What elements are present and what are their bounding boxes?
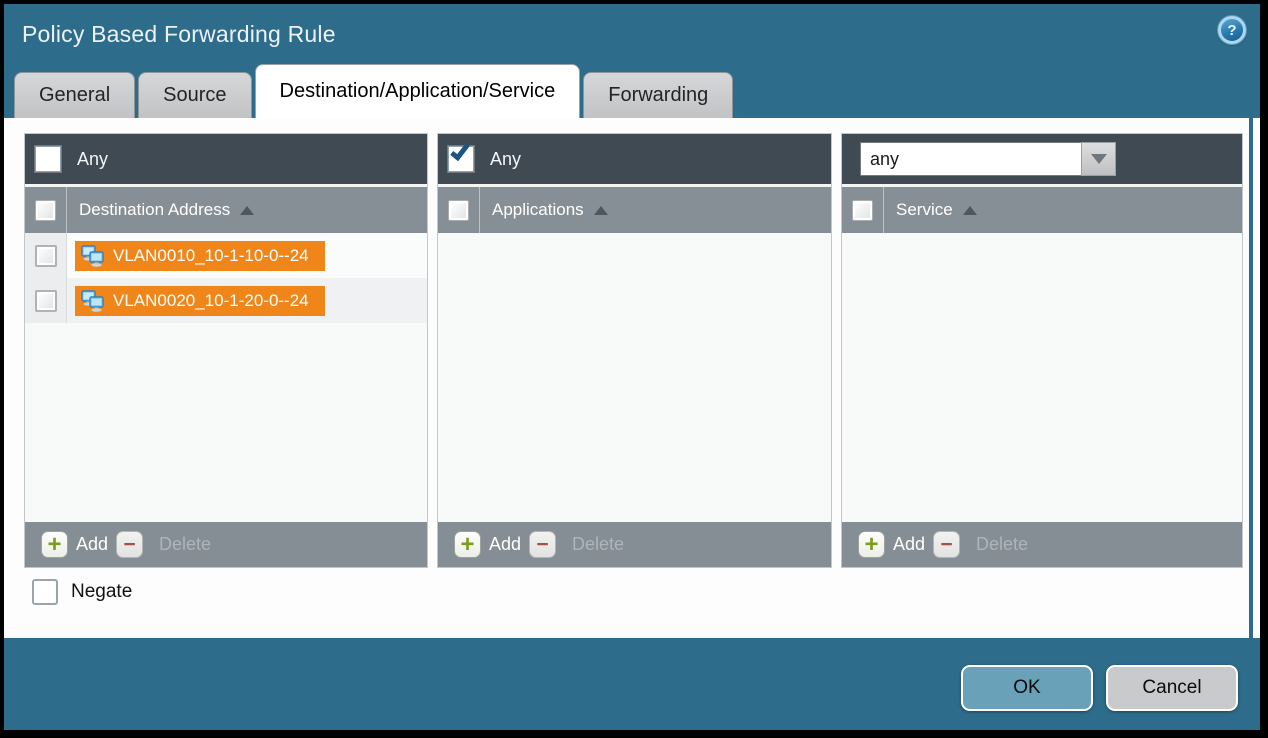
sort-ascending-icon bbox=[240, 206, 254, 215]
tab-destination-application-service[interactable]: Destination/Application/Service bbox=[255, 64, 581, 118]
tab-bar: General Source Destination/Application/S… bbox=[4, 64, 1260, 118]
network-address-icon bbox=[80, 244, 105, 268]
sort-ascending-icon bbox=[594, 206, 608, 215]
applications-column-header[interactable]: Applications bbox=[438, 187, 831, 233]
sort-ascending-icon bbox=[963, 206, 977, 215]
service-list bbox=[842, 233, 1242, 522]
service-footer-bar: Add Delete bbox=[842, 522, 1242, 567]
add-icon[interactable] bbox=[858, 531, 885, 558]
column-header-label: Service bbox=[896, 200, 977, 220]
applications-any-bar: Any bbox=[438, 134, 831, 184]
content-right-accent bbox=[1249, 118, 1253, 638]
service-dropdown-value[interactable]: any bbox=[860, 142, 1081, 176]
delete-icon[interactable] bbox=[116, 531, 143, 558]
header-checkbox-cell bbox=[438, 187, 480, 233]
destination-address-panel: Any Destination Address bbox=[24, 133, 428, 568]
tab-content: Any Destination Address bbox=[4, 118, 1260, 638]
tab-general[interactable]: General bbox=[14, 72, 135, 118]
header-checkbox-cell bbox=[25, 187, 67, 233]
destination-any-checkbox[interactable] bbox=[35, 146, 61, 172]
address-object-label: VLAN0010_10-1-10-0--24 bbox=[113, 246, 309, 266]
column-header-label: Applications bbox=[492, 200, 608, 220]
address-object-chip[interactable]: VLAN0010_10-1-10-0--24 bbox=[75, 241, 325, 271]
address-object-chip[interactable]: VLAN0020_10-1-20-0--24 bbox=[75, 286, 325, 316]
service-panel: any Service bbox=[841, 133, 1243, 568]
dropdown-button[interactable] bbox=[1081, 142, 1116, 176]
service-column-header[interactable]: Service bbox=[842, 187, 1242, 233]
destination-address-list: VLAN0010_10-1-10-0--24 VLAN0020_10-1-20-… bbox=[25, 233, 427, 522]
applications-list bbox=[438, 233, 831, 522]
row-checkbox-cell bbox=[25, 233, 67, 278]
delete-icon[interactable] bbox=[529, 531, 556, 558]
delete-button: Delete bbox=[976, 534, 1028, 555]
dialog-footer: OK Cancel bbox=[4, 638, 1260, 730]
destination-any-label: Any bbox=[77, 149, 108, 170]
address-object-label: VLAN0020_10-1-20-0--24 bbox=[113, 291, 309, 311]
chevron-down-icon bbox=[1091, 154, 1107, 164]
select-all-checkbox[interactable] bbox=[448, 200, 469, 221]
applications-any-checkbox[interactable] bbox=[448, 146, 474, 172]
title-bar: Policy Based Forwarding Rule bbox=[4, 4, 1260, 64]
add-button[interactable]: Add bbox=[489, 534, 521, 555]
tab-forwarding[interactable]: Forwarding bbox=[583, 72, 733, 118]
destination-footer-bar: Add Delete bbox=[25, 522, 427, 567]
applications-any-label: Any bbox=[490, 149, 521, 170]
row-checkbox[interactable] bbox=[35, 245, 57, 267]
row-checkbox-cell bbox=[25, 278, 67, 323]
delete-button: Delete bbox=[159, 534, 211, 555]
add-icon[interactable] bbox=[454, 531, 481, 558]
table-row[interactable]: VLAN0010_10-1-10-0--24 bbox=[25, 233, 427, 278]
service-dropdown-bar: any bbox=[842, 134, 1242, 184]
cancel-button[interactable]: Cancel bbox=[1106, 665, 1238, 711]
negate-row: Negate bbox=[32, 579, 132, 605]
destination-any-bar: Any bbox=[25, 134, 427, 184]
column-header-label: Destination Address bbox=[79, 200, 254, 220]
add-button[interactable]: Add bbox=[76, 534, 108, 555]
select-all-checkbox[interactable] bbox=[852, 200, 873, 221]
add-button[interactable]: Add bbox=[893, 534, 925, 555]
applications-footer-bar: Add Delete bbox=[438, 522, 831, 567]
negate-label: Negate bbox=[71, 581, 132, 603]
applications-panel: Any Applications Add D bbox=[437, 133, 832, 568]
ok-button[interactable]: OK bbox=[961, 665, 1093, 711]
negate-checkbox[interactable] bbox=[32, 579, 58, 605]
table-row[interactable]: VLAN0020_10-1-20-0--24 bbox=[25, 278, 427, 323]
delete-icon[interactable] bbox=[933, 531, 960, 558]
header-checkbox-cell bbox=[842, 187, 884, 233]
select-all-checkbox[interactable] bbox=[35, 200, 56, 221]
tab-source[interactable]: Source bbox=[138, 72, 251, 118]
help-icon[interactable] bbox=[1218, 16, 1246, 44]
service-dropdown[interactable]: any bbox=[860, 142, 1116, 176]
columns-container: Any Destination Address bbox=[24, 133, 1243, 568]
page-title: Policy Based Forwarding Rule bbox=[22, 21, 336, 48]
policy-based-forwarding-dialog: Policy Based Forwarding Rule General Sou… bbox=[0, 0, 1268, 738]
network-address-icon bbox=[80, 289, 105, 313]
row-checkbox[interactable] bbox=[35, 290, 57, 312]
add-icon[interactable] bbox=[41, 531, 68, 558]
check-icon bbox=[450, 140, 470, 161]
delete-button: Delete bbox=[572, 534, 624, 555]
destination-column-header[interactable]: Destination Address bbox=[25, 187, 427, 233]
